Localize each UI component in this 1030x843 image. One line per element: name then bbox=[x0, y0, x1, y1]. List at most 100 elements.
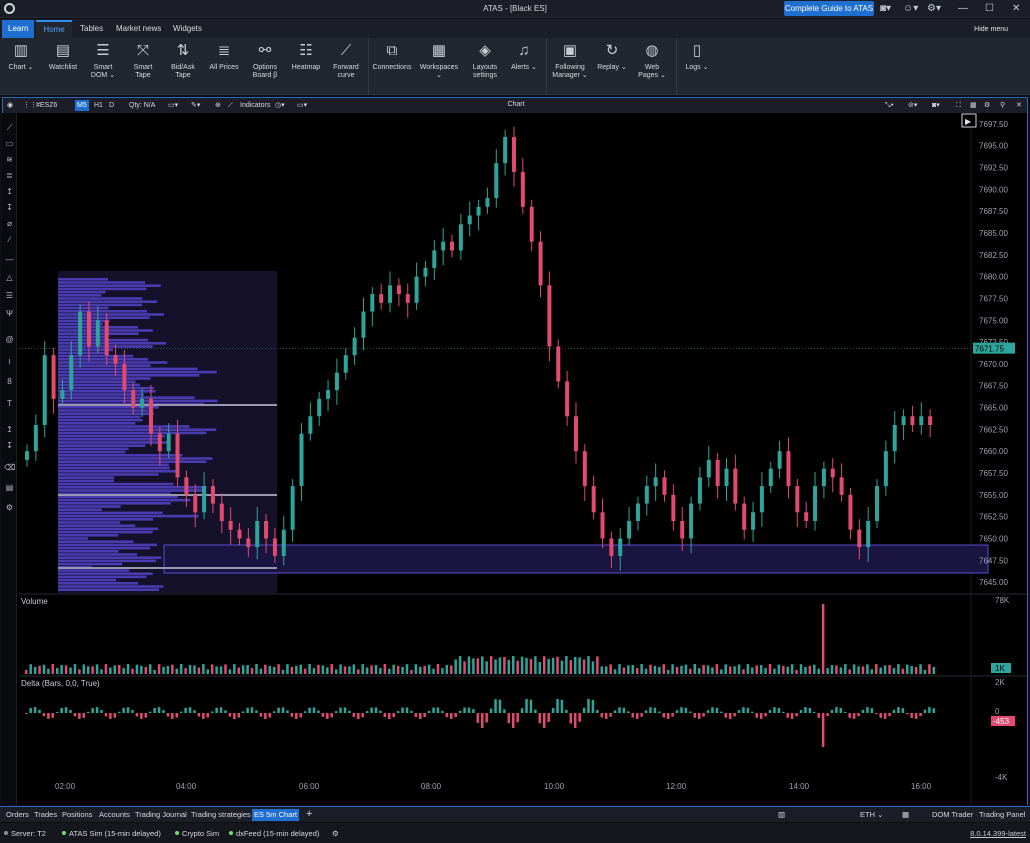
logs-button[interactable]: ▯ Logs ⌄ bbox=[680, 40, 714, 72]
fullscreen-icon[interactable]: ⛶ bbox=[956, 100, 961, 111]
camera-icon[interactable]: ◙▾ bbox=[880, 2, 891, 16]
all-prices-button[interactable]: ≣ All Prices bbox=[208, 40, 240, 72]
smart-tape-button[interactable]: ⤧ Smart Tape bbox=[126, 40, 160, 80]
ruler-icon[interactable]: ⌀ bbox=[4, 219, 15, 229]
at-tool-icon[interactable]: @ bbox=[4, 335, 15, 345]
volume-bar bbox=[693, 664, 697, 674]
volume-bar bbox=[153, 669, 156, 674]
tab-es-5m-chart[interactable]: ES 5m Chart bbox=[252, 809, 299, 821]
horizontal-line-icon[interactable]: — bbox=[4, 255, 15, 265]
price-axis-label: 7685.00 bbox=[979, 229, 1008, 238]
candle-body bbox=[281, 529, 286, 556]
delta-bar bbox=[241, 711, 245, 713]
support-zone-rect bbox=[163, 544, 989, 574]
connection-atas-sim[interactable]: ATAS Sim (15-min delayed) bbox=[62, 829, 161, 838]
calendar-icon[interactable]: ▦ bbox=[900, 809, 911, 821]
tab-widgets[interactable]: Widgets bbox=[167, 20, 208, 38]
chart-area[interactable]: 7697.50 7695.00 7692.50 7690.00 7687.50 7685.… bbox=[2, 113, 1028, 805]
smart-dom-button[interactable]: ☰ Smart DOM ⌄ bbox=[86, 40, 120, 80]
close-icon[interactable]: ✕ bbox=[1012, 2, 1020, 16]
volume-bar bbox=[86, 666, 90, 674]
fib-tool-icon[interactable]: ☰ bbox=[4, 291, 15, 301]
line-tool-icon[interactable]: ⟋ bbox=[4, 123, 15, 133]
alerts-button[interactable]: ♫ Alerts ⌄ bbox=[508, 40, 540, 72]
replay-button[interactable]: ↻ Replay ⌄ bbox=[594, 40, 630, 72]
following-manager-button[interactable]: ▣ Following Manager ⌄ bbox=[550, 40, 590, 80]
tab-learn[interactable]: Learn bbox=[2, 20, 34, 38]
brush-icon[interactable]: ∕ bbox=[4, 235, 15, 245]
layers-tool-icon[interactable]: ≋ bbox=[4, 155, 15, 165]
gear-icon[interactable]: ⚙▾ bbox=[927, 2, 941, 16]
complete-guide-button[interactable]: Complete Guide to ATAS bbox=[784, 1, 874, 16]
tool-settings-icon[interactable]: ⚙ bbox=[4, 503, 15, 513]
version-link[interactable]: 8.0.14.399-latest bbox=[970, 829, 1026, 838]
delta-bar bbox=[507, 713, 511, 724]
pattern-tool-icon[interactable]: 8 bbox=[4, 377, 15, 387]
volume-bar bbox=[702, 665, 705, 674]
crosshair-icon[interactable]: ⤡▾ bbox=[885, 100, 894, 111]
forward-curve-button[interactable]: ⟋ Forward curve bbox=[328, 40, 364, 80]
levels-tool-icon[interactable]: ≣ bbox=[4, 171, 15, 181]
tab-home[interactable]: Home bbox=[36, 20, 72, 38]
volume-bar bbox=[706, 665, 710, 674]
tab-market-news[interactable]: Market news bbox=[110, 20, 167, 38]
user-icon[interactable]: ☺▾ bbox=[903, 2, 918, 16]
settings-icon[interactable]: ⚙ bbox=[332, 829, 339, 838]
candle-body bbox=[883, 451, 888, 487]
connection-crypto-sim[interactable]: Crypto Sim bbox=[175, 829, 219, 838]
candle-body bbox=[423, 267, 428, 277]
hide-menu-link[interactable]: Hide menu bbox=[974, 26, 1008, 33]
bid-ask-tape-button[interactable]: ⇅ Bid/Ask Tape bbox=[164, 40, 202, 80]
volume-profile-bar bbox=[58, 351, 109, 355]
session-selector[interactable]: ETH ⌄ bbox=[858, 809, 885, 821]
link-icon[interactable]: ⊘▾ bbox=[908, 100, 917, 111]
objects-list-icon[interactable]: ▤ bbox=[4, 483, 15, 493]
layouts-settings-button[interactable]: ◈ Layouts settings bbox=[466, 40, 504, 80]
rectangle-tool-icon[interactable]: ▭ bbox=[4, 139, 15, 149]
measure-up-icon[interactable]: ↥ bbox=[4, 425, 15, 435]
price-chart[interactable]: 7697.50 7695.00 7692.50 7690.00 7687.50 7685.… bbox=[3, 113, 1027, 805]
scrollbar-handle[interactable]: ▥ bbox=[776, 809, 787, 821]
measure-down-icon[interactable]: ↧ bbox=[4, 441, 15, 451]
trading-panel-button[interactable]: Trading Panel bbox=[977, 809, 1027, 821]
settings-icon[interactable]: ⚙ bbox=[984, 100, 990, 111]
pin-icon[interactable]: ⚲ bbox=[1000, 100, 1005, 111]
window-title: ATAS - [Black ES] bbox=[483, 4, 547, 13]
delta-bar bbox=[591, 699, 595, 713]
web-pages-button[interactable]: ◍ Web Pages ⌄ bbox=[634, 40, 670, 80]
workspaces-button[interactable]: ▦ Workspaces ⌄ bbox=[416, 40, 462, 80]
add-tab-icon[interactable]: + bbox=[304, 809, 314, 820]
tab-trading-journal[interactable]: Trading Journal bbox=[133, 809, 189, 821]
heatmap-button[interactable]: ☷ Heatmap bbox=[288, 40, 324, 72]
screenshot-icon[interactable]: ◙▾ bbox=[932, 100, 940, 111]
tab-tables[interactable]: Tables bbox=[74, 20, 109, 38]
tab-accounts[interactable]: Accounts bbox=[97, 809, 132, 821]
watchlist-button[interactable]: ▤ Watchlist bbox=[44, 40, 82, 72]
text-tool-icon[interactable]: T bbox=[4, 399, 15, 409]
delete-tool-icon[interactable]: ⌫ bbox=[4, 463, 15, 473]
tab-trades[interactable]: Trades bbox=[32, 809, 59, 821]
volume-bar bbox=[618, 664, 621, 674]
volume-bar bbox=[782, 665, 785, 674]
close-icon[interactable]: ✕ bbox=[1016, 100, 1022, 111]
long-position-icon[interactable]: ↥ bbox=[4, 187, 15, 197]
chart-button[interactable]: ▥ Chart ⌄ bbox=[4, 40, 38, 72]
volume-bar bbox=[250, 668, 254, 674]
volume-bar bbox=[804, 666, 807, 674]
pitchfork-icon[interactable]: Ψ bbox=[4, 309, 15, 319]
dom-trader-button[interactable]: DOM Trader bbox=[930, 809, 975, 821]
maximize-icon[interactable]: ☐ bbox=[985, 2, 994, 16]
options-board-button[interactable]: ⚯ Options Board β bbox=[246, 40, 284, 80]
triangle-tool-icon[interactable]: △ bbox=[4, 273, 15, 283]
tab-trading-strategies[interactable]: Trading strategies bbox=[189, 809, 253, 821]
tab-orders[interactable]: Orders bbox=[4, 809, 31, 821]
connections-button[interactable]: ⧉ Connections bbox=[372, 40, 412, 72]
volume-bar bbox=[135, 664, 139, 674]
volume-profile-bar bbox=[58, 559, 157, 563]
tab-positions[interactable]: Positions bbox=[60, 809, 94, 821]
wave-tool-icon[interactable]: ≀ bbox=[4, 357, 15, 367]
minimize-icon[interactable]: — bbox=[958, 2, 968, 16]
short-position-icon[interactable]: ↧ bbox=[4, 203, 15, 213]
connection-dxfeed[interactable]: dxFeed (15-min delayed) bbox=[229, 829, 319, 838]
grid-icon[interactable]: ▦ bbox=[970, 100, 977, 111]
